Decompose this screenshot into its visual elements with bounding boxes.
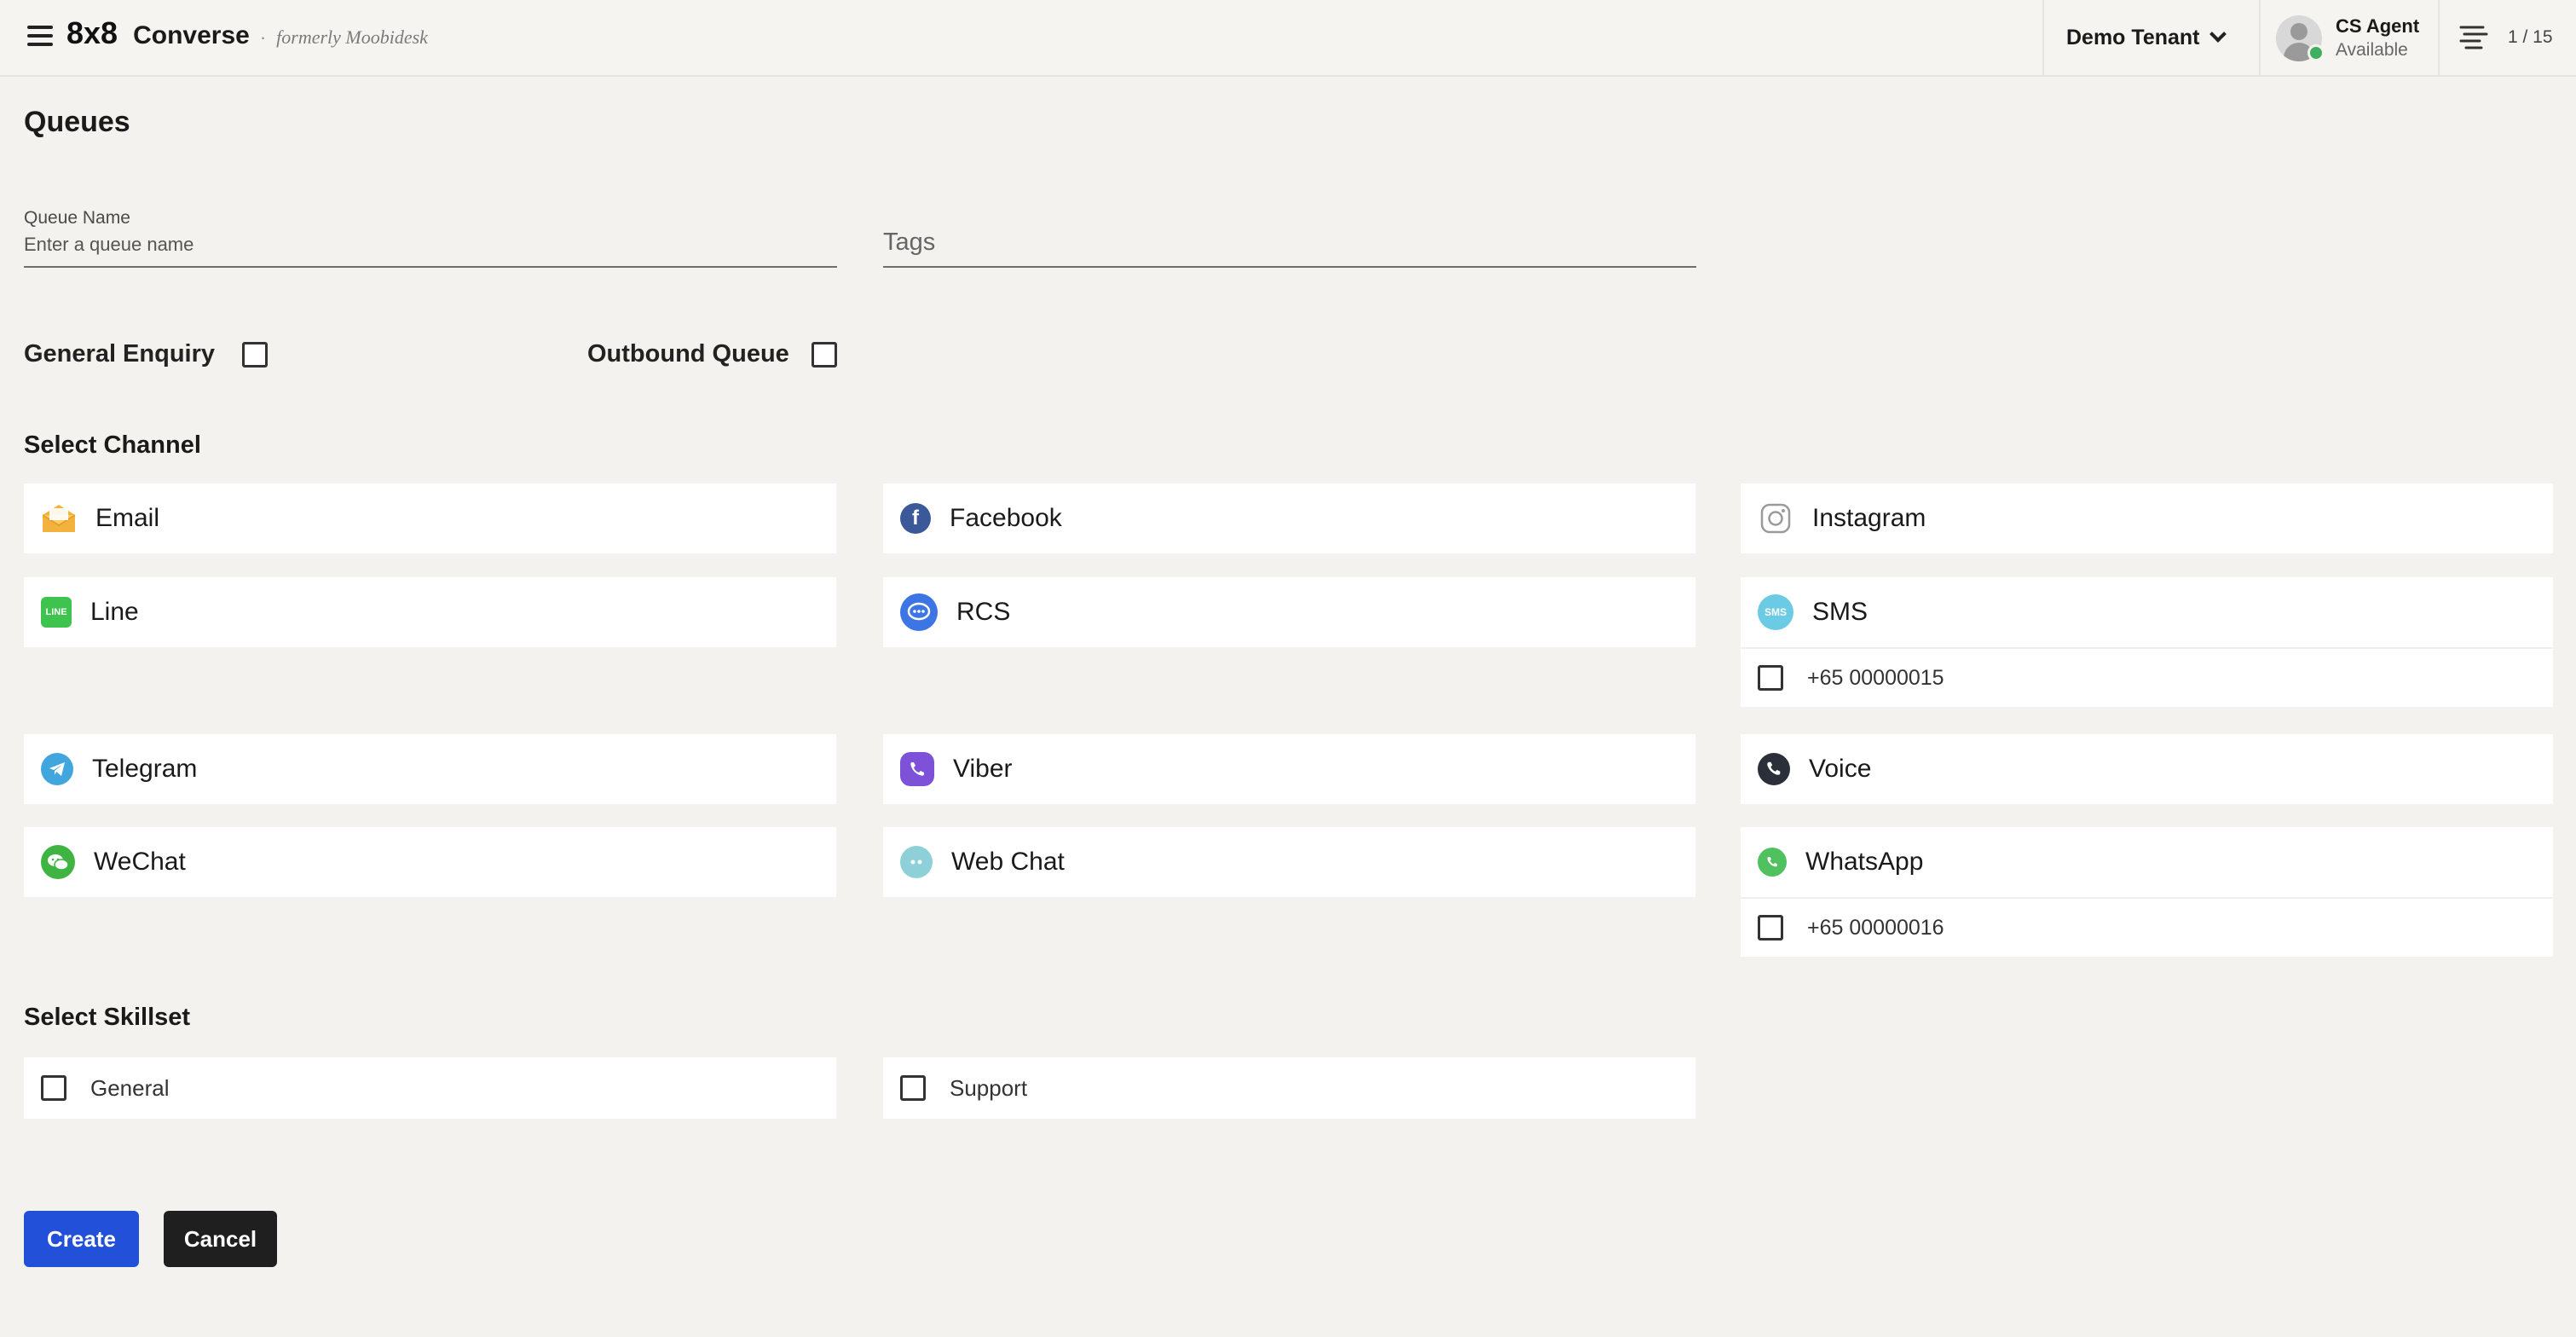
sms-number: +65 00000015 — [1807, 665, 1944, 690]
general-enquiry-checkbox[interactable] — [242, 341, 269, 368]
skill-checkbox-support[interactable] — [900, 1075, 926, 1101]
select-channel-title: Select Channel — [24, 431, 201, 459]
outbound-queue-label: Outbound Queue — [587, 340, 789, 368]
select-skillset-title: Select Skillset — [24, 1004, 191, 1031]
line-icon: LINE — [41, 597, 72, 628]
channel-card-wechat[interactable]: WeChat — [24, 827, 836, 897]
tags-field — [883, 208, 1696, 268]
facebook-icon: f — [900, 503, 931, 534]
page: 8x8 Converse · formerly Moobidesk Demo T… — [0, 0, 2576, 1337]
channel-label: Facebook — [950, 504, 1062, 532]
channel-card-whatsapp[interactable]: WhatsApp +65 00000016 — [1741, 827, 2553, 957]
brand-subtitle: formerly Moobidesk — [276, 26, 428, 48]
channel-label: Viber — [953, 755, 1013, 783]
skill-label: Support — [950, 1074, 1028, 1101]
chevron-down-icon — [2209, 26, 2227, 43]
viber-icon — [900, 752, 934, 786]
queue-name-field: Queue Name — [24, 208, 837, 268]
channel-card-instagram[interactable]: Instagram — [1741, 483, 2553, 553]
channel-label: WhatsApp — [1805, 848, 1924, 876]
whatsapp-number-checkbox[interactable] — [1758, 915, 1783, 941]
channel-label: RCS — [956, 598, 1011, 626]
channel-label: Web Chat — [951, 848, 1065, 876]
channel-label: WeChat — [94, 848, 186, 876]
queue-counter[interactable]: 1 / 15 — [2458, 20, 2553, 55]
channel-label: Voice — [1809, 755, 1872, 783]
channel-card-web-chat[interactable]: Web Chat — [883, 827, 1695, 897]
outbound-queue-option[interactable]: Outbound Queue — [587, 340, 837, 368]
channel-card-line[interactable]: LINE Line — [24, 577, 836, 647]
channel-card-email[interactable]: Email — [24, 483, 836, 553]
skill-label: General — [90, 1074, 170, 1101]
queue-name-input[interactable] — [24, 234, 837, 256]
channel-card-viber[interactable]: Viber — [883, 734, 1695, 804]
top-bar: 8x8 Converse · formerly Moobidesk Demo T… — [0, 0, 2576, 77]
agent-profile[interactable]: CS Agent Available — [2276, 10, 2419, 67]
queue-name-label: Queue Name — [24, 208, 130, 228]
wechat-icon — [41, 845, 75, 879]
tags-input[interactable] — [883, 229, 1696, 257]
sms-number-checkbox[interactable] — [1758, 665, 1783, 691]
cancel-button[interactable]: Cancel — [164, 1211, 277, 1267]
header-divider — [2438, 0, 2440, 77]
channel-label: Email — [95, 504, 160, 532]
whatsapp-number: +65 00000016 — [1807, 915, 1944, 940]
whatsapp-icon — [1758, 848, 1787, 877]
brand-name: Converse — [133, 21, 250, 49]
header-divider — [2042, 0, 2044, 77]
telegram-icon — [41, 753, 73, 785]
brand: 8x8 Converse · formerly Moobidesk — [66, 15, 428, 58]
hamburger-menu-icon[interactable] — [27, 26, 53, 46]
general-enquiry-label: General Enquiry — [24, 340, 216, 368]
channel-card-sms[interactable]: SMS SMS +65 00000015 — [1741, 577, 2553, 707]
envelope-icon — [41, 501, 77, 536]
rcs-chat-icon — [900, 593, 938, 631]
brand-separator: · — [259, 26, 267, 48]
skill-checkbox-general[interactable] — [41, 1075, 66, 1101]
create-button[interactable]: Create — [24, 1211, 139, 1267]
channel-card-telegram[interactable]: Telegram — [24, 734, 836, 804]
skill-option-support[interactable]: Support — [883, 1057, 1695, 1119]
presence-indicator — [2307, 44, 2325, 61]
instagram-icon — [1758, 501, 1793, 536]
general-enquiry-option[interactable]: General Enquiry — [24, 340, 269, 368]
whatsapp-number-option[interactable]: +65 00000016 — [1741, 897, 2553, 957]
web-chat-icon — [900, 846, 933, 878]
phone-icon — [1758, 753, 1790, 785]
queue-list-icon — [2459, 26, 2488, 49]
skill-option-general[interactable]: General — [24, 1057, 836, 1119]
header-divider — [2259, 0, 2261, 77]
channel-label: Line — [90, 598, 139, 626]
outbound-queue-checkbox[interactable] — [811, 341, 837, 368]
page-title: Queues — [24, 106, 130, 138]
channel-card-rcs[interactable]: RCS — [883, 577, 1695, 647]
channel-card-facebook[interactable]: f Facebook — [883, 483, 1695, 553]
sms-number-option[interactable]: +65 00000015 — [1741, 647, 2553, 707]
tenant-name: Demo Tenant — [2066, 25, 2200, 49]
channel-label: SMS — [1812, 598, 1868, 626]
agent-status: Available — [2336, 40, 2408, 60]
agent-name: CS Agent — [2336, 15, 2420, 37]
queue-count-text: 1 / 15 — [2508, 27, 2553, 47]
tenant-selector[interactable]: Demo Tenant — [2066, 20, 2227, 55]
sms-icon: SMS — [1758, 594, 1793, 630]
channel-label: Instagram — [1812, 504, 1926, 532]
channel-label: Telegram — [92, 755, 198, 783]
brand-logo: 8x8 — [66, 15, 118, 50]
channel-card-voice[interactable]: Voice — [1741, 734, 2553, 804]
